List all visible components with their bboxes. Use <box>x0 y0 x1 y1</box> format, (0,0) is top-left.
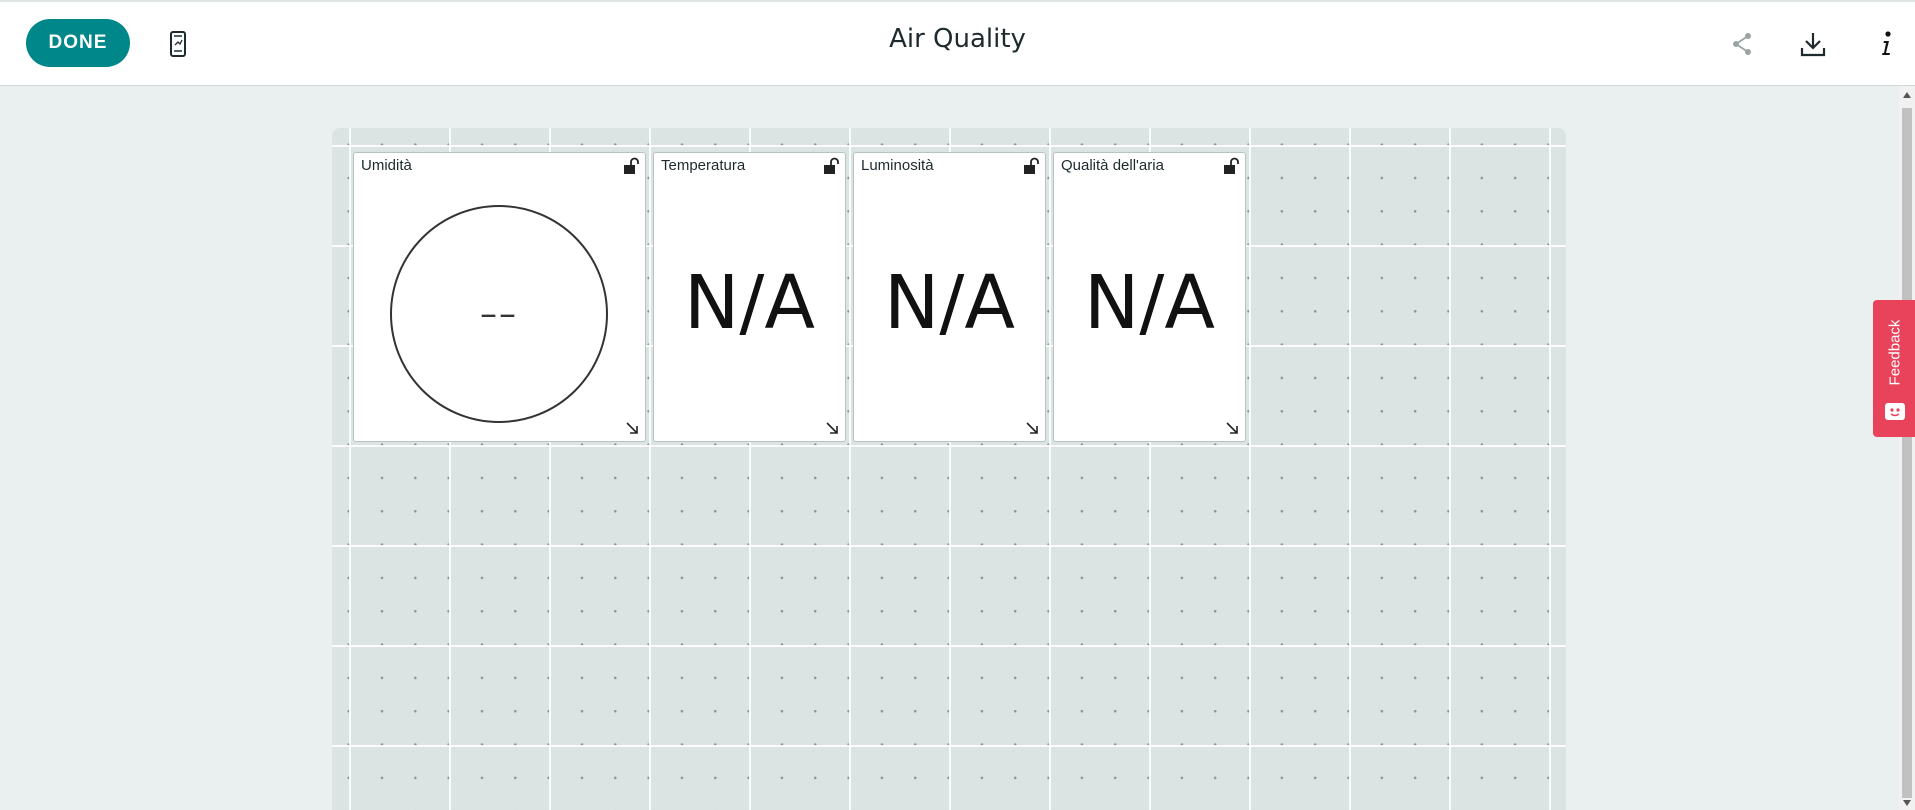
download-button[interactable] <box>1793 24 1833 64</box>
feedback-face-icon <box>1885 403 1905 420</box>
widget-title: Temperatura <box>661 157 746 174</box>
scroll-up-arrow-icon[interactable] <box>1903 92 1911 98</box>
info-button[interactable] <box>1866 24 1906 64</box>
scroll-down-arrow-icon[interactable] <box>1903 800 1911 806</box>
widget-luminosita[interactable]: Luminosità N/A <box>853 152 1046 442</box>
unlock-icon[interactable] <box>1023 157 1039 175</box>
share-button[interactable] <box>1722 24 1762 64</box>
feedback-label-wrap: Feedback <box>1875 310 1915 394</box>
widget-value: N/A <box>884 260 1015 346</box>
share-icon <box>1733 33 1751 55</box>
vertical-scrollbar[interactable] <box>1899 86 1915 810</box>
widget-title: Luminosità <box>861 157 934 174</box>
unlock-icon[interactable] <box>1223 157 1239 175</box>
feedback-tab[interactable]: Feedback <box>1873 300 1915 437</box>
resize-icon[interactable] <box>1225 421 1239 435</box>
gauge-circle: –– <box>390 205 608 423</box>
unlock-icon[interactable] <box>623 157 639 175</box>
widget-title: Umidità <box>361 157 412 174</box>
top-bar: DONE Air Quality <box>0 0 1915 86</box>
download-icon <box>1800 33 1826 57</box>
unlock-icon[interactable] <box>823 157 839 175</box>
scroll-thumb[interactable] <box>1902 108 1912 798</box>
widget-temperatura[interactable]: Temperatura N/A <box>653 152 846 442</box>
widget-title: Qualità dell'aria <box>1061 157 1164 174</box>
resize-icon[interactable] <box>825 421 839 435</box>
page-title: Air Quality <box>889 24 1026 54</box>
widget-value: N/A <box>684 260 815 346</box>
widget-qualita-aria[interactable]: Qualità dell'aria N/A <box>1053 152 1246 442</box>
gauge-value: –– <box>480 294 518 334</box>
resize-icon[interactable] <box>1025 421 1039 435</box>
widget-value: N/A <box>1084 260 1215 346</box>
info-icon <box>1882 31 1891 55</box>
feedback-label: Feedback <box>1886 319 1904 385</box>
widget-umidita[interactable]: Umidità –– <box>353 152 646 442</box>
resize-icon[interactable] <box>625 421 639 435</box>
